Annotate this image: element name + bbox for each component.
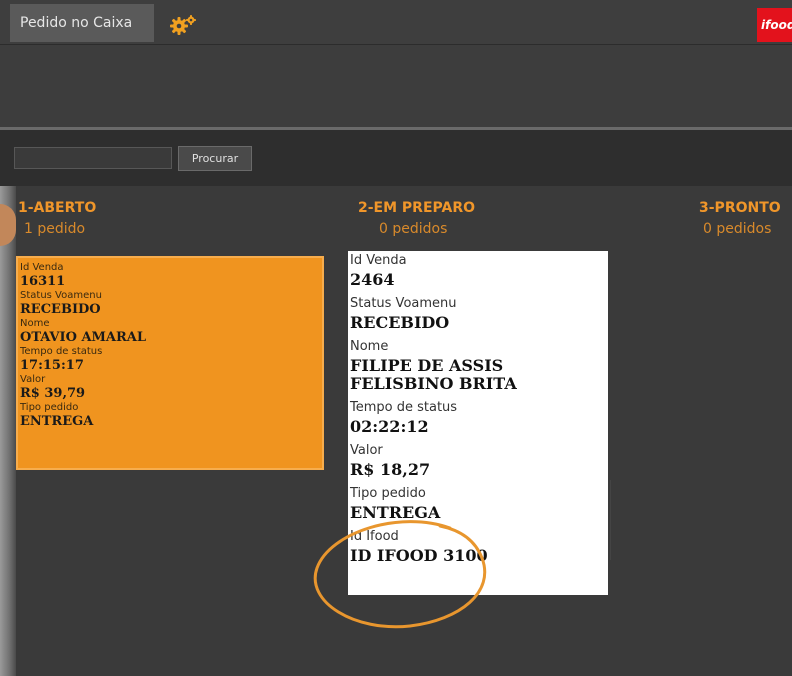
id-venda-label: Id Venda bbox=[350, 253, 407, 268]
status-label: Status Voamenu bbox=[350, 296, 457, 311]
order-card-aberto[interactable]: Id Venda 16311 Status Voamenu RECEBIDO N… bbox=[16, 256, 324, 470]
valor-value: R$ 18,27 bbox=[350, 460, 431, 479]
nome-value: FILIPE DE ASSIS FELISBINO BRITA bbox=[350, 356, 517, 393]
ifood-logo: ifood bbox=[757, 8, 792, 42]
tempo-value: 02:22:12 bbox=[350, 417, 429, 436]
top-bar: Pedido no Caixa ifood bbox=[0, 0, 792, 45]
status-value: RECEBIDO bbox=[20, 302, 101, 317]
id-venda-label: Id Venda bbox=[20, 262, 64, 273]
highlight-circle bbox=[313, 520, 487, 629]
column-count-em-preparo: 0 pedidos bbox=[379, 221, 448, 237]
column-title-em-preparo: 2-EM PREPARO bbox=[358, 200, 476, 216]
id-venda-value: 2464 bbox=[350, 270, 395, 289]
nome-label: Nome bbox=[350, 339, 389, 354]
column-count-pronto: 0 pedidos bbox=[703, 221, 772, 237]
toolbar-area bbox=[0, 45, 792, 127]
tipo-label: Tipo pedido bbox=[350, 486, 426, 501]
status-value: RECEBIDO bbox=[350, 313, 450, 332]
nome-label: Nome bbox=[20, 318, 50, 329]
nome-value: OTAVIO AMARAL bbox=[20, 330, 147, 345]
search-button[interactable]: Procurar bbox=[178, 146, 252, 171]
tempo-label: Tempo de status bbox=[350, 400, 458, 415]
id-venda-value: 16311 bbox=[20, 274, 66, 289]
search-input[interactable] bbox=[14, 147, 172, 169]
tipo-value: ENTREGA bbox=[20, 414, 94, 429]
column-title-aberto: 1-ABERTO bbox=[18, 200, 97, 216]
tab-pedido-no-caixa[interactable]: Pedido no Caixa bbox=[10, 4, 154, 42]
gear-icon[interactable] bbox=[168, 14, 198, 36]
column-title-pronto: 3-PRONTO bbox=[699, 200, 781, 216]
valor-label: Valor bbox=[350, 443, 383, 458]
tipo-label: Tipo pedido bbox=[20, 402, 79, 413]
faint-divider bbox=[610, 480, 637, 560]
valor-value: R$ 39,79 bbox=[20, 386, 86, 401]
valor-label: Valor bbox=[20, 374, 46, 385]
tempo-label: Tempo de status bbox=[20, 346, 103, 357]
status-label: Status Voamenu bbox=[20, 290, 102, 301]
column-count-aberto: 1 pedido bbox=[24, 221, 86, 237]
tempo-value: 17:15:17 bbox=[20, 358, 84, 373]
